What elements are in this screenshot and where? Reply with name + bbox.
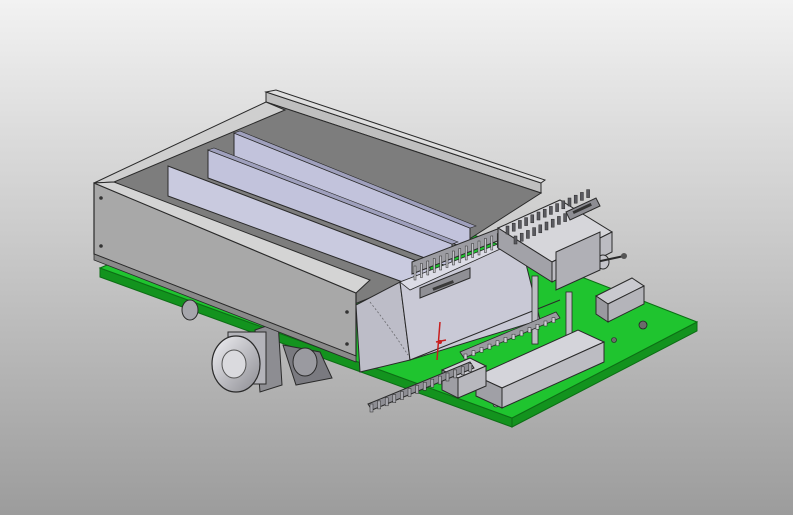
comb-strip-tooth <box>445 372 450 382</box>
comb-tooth <box>458 248 462 263</box>
rail-tooth <box>495 340 500 347</box>
comb-tooth <box>484 238 487 253</box>
comb-strip-tooth <box>430 378 435 388</box>
comb-tooth <box>477 240 481 256</box>
carriage-slot <box>524 217 528 226</box>
carriage-slot <box>544 221 549 231</box>
mount-hole <box>611 337 617 343</box>
rail-tooth <box>487 343 492 350</box>
comb-tooth <box>490 235 494 251</box>
carriage-slot <box>532 227 536 236</box>
rail-tooth <box>479 347 484 353</box>
pulley <box>292 347 318 377</box>
comb-strip-tooth <box>377 400 381 410</box>
comb-strip-tooth <box>460 366 465 376</box>
carriage-slot <box>530 214 535 224</box>
comb-strip-tooth <box>384 397 389 407</box>
carriage-slot <box>557 216 561 225</box>
carriage-slot <box>573 194 578 204</box>
comb-tooth <box>420 263 423 278</box>
comb-tooth <box>426 260 430 276</box>
carriage-slot <box>542 208 547 218</box>
rail-tooth <box>551 317 556 323</box>
comb-strip-tooth <box>422 382 427 391</box>
comb-strip-tooth <box>468 363 473 372</box>
carriage-slot <box>505 225 510 235</box>
comb-strip-tooth <box>400 391 404 400</box>
carriage-slot <box>519 232 524 242</box>
comb-strip-tooth <box>407 388 412 397</box>
comb-strip-tooth <box>369 403 374 413</box>
rail-tooth <box>527 327 532 333</box>
shaft-tip <box>621 253 627 259</box>
cad-viewport[interactable] <box>0 0 793 515</box>
carriage-slot <box>518 220 522 229</box>
carriage-slot <box>538 224 543 234</box>
comb-tooth <box>471 243 474 258</box>
carriage-slot <box>555 203 559 212</box>
comb-tooth <box>445 253 449 268</box>
rail-tooth <box>511 333 516 340</box>
carriage-slot <box>549 206 553 215</box>
comb-strip-tooth <box>415 385 419 394</box>
rail-tooth <box>519 330 524 337</box>
rail-tooth <box>503 337 508 343</box>
carriage-slot <box>550 218 555 228</box>
comb-tooth <box>452 250 455 266</box>
comb-tooth <box>432 258 436 273</box>
comb-tooth <box>464 245 468 261</box>
carriage-slot <box>586 189 590 198</box>
rail-tooth <box>535 324 540 330</box>
comb-strip-tooth <box>438 375 442 385</box>
comb-strip-tooth <box>392 394 397 403</box>
carriage-slot <box>563 213 567 222</box>
comb-tooth <box>413 265 417 281</box>
fastener <box>345 310 349 314</box>
lever-pivot <box>438 340 442 344</box>
carriage-slot <box>513 235 518 245</box>
rail-tooth <box>463 353 468 360</box>
carriage-slot <box>567 197 572 207</box>
carriage-slot <box>511 222 516 232</box>
mount-hole <box>638 320 648 330</box>
comb-tooth <box>439 255 442 271</box>
carriage-slot <box>526 230 530 239</box>
idler-wheel <box>181 299 199 321</box>
comb-strip-tooth <box>453 369 457 379</box>
fastener <box>99 196 103 200</box>
fastener <box>99 244 103 248</box>
carriage-slot <box>561 200 566 210</box>
carriage-slot <box>536 211 541 221</box>
fastener <box>345 342 349 346</box>
carriage-slot <box>580 192 584 201</box>
rail-tooth <box>471 350 476 356</box>
rail-tooth <box>543 320 548 327</box>
motor-shaft-boss <box>221 349 247 379</box>
support-post <box>531 275 539 345</box>
cad-model-view[interactable] <box>0 0 793 515</box>
